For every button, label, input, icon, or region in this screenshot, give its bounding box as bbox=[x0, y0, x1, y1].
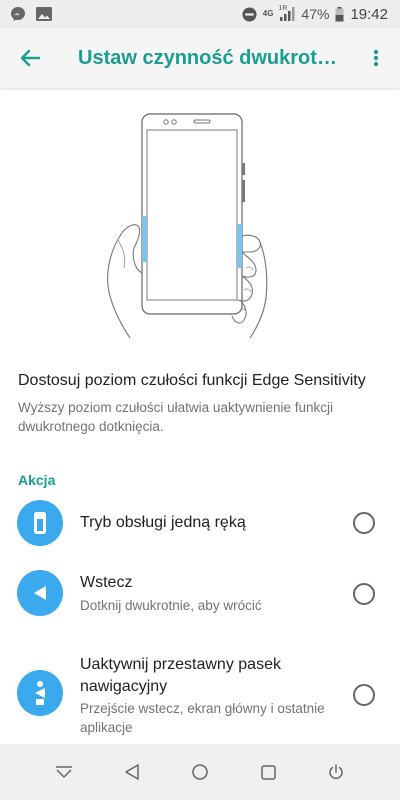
nav-power-button[interactable] bbox=[316, 752, 356, 792]
section-header-action: Akcja bbox=[18, 472, 56, 488]
battery-percent: 47% bbox=[301, 6, 330, 22]
option-title: Uaktywnij przestawny pasek nawigacyjny bbox=[80, 656, 281, 695]
nav-back-button[interactable] bbox=[112, 752, 152, 792]
signal-icon: 1R bbox=[278, 5, 295, 21]
option-title: Tryb obsługi jedną ręką bbox=[80, 514, 246, 531]
do-not-disturb-icon bbox=[242, 6, 257, 22]
option-subtitle: Dotknij dwukrotnie, aby wrócić bbox=[80, 598, 262, 613]
nav-home-button[interactable] bbox=[180, 752, 220, 792]
option-title: Wstecz bbox=[80, 574, 133, 591]
page-title: Ustaw czynność dwukrotnego dotknięcia bbox=[78, 46, 348, 69]
radio-back[interactable] bbox=[353, 583, 375, 605]
battery-icon bbox=[335, 6, 344, 22]
option-back[interactable]: Wstecz Dotknij dwukrotnie, aby wrócić bbox=[0, 568, 400, 622]
option-subtitle: Przejście wstecz, ekran główny i ostatni… bbox=[80, 701, 325, 735]
back-button[interactable] bbox=[0, 28, 60, 88]
app-bar: Ustaw czynność dwukrotnego dotknięcia bbox=[0, 28, 400, 88]
arrow-back-icon bbox=[20, 49, 40, 67]
messenger-icon bbox=[10, 6, 26, 22]
radio-one-hand-mode[interactable] bbox=[353, 512, 375, 534]
clock: 19:42 bbox=[350, 5, 388, 23]
edge-sensitivity-title[interactable]: Dostosuj poziom czułości funkcji Edge Se… bbox=[18, 372, 388, 390]
one-hand-mode-icon bbox=[17, 500, 63, 546]
edge-sensitivity-summary: Wyższy poziom czułości ułatwia uaktywnie… bbox=[18, 400, 333, 434]
sim-label: 1R bbox=[278, 5, 288, 12]
edge-sense-illustration bbox=[90, 108, 300, 343]
network-type-label: 4G bbox=[262, 9, 274, 18]
recents-icon bbox=[260, 764, 276, 780]
option-floating-nav[interactable]: Uaktywnij przestawny pasek nawigacyjny P… bbox=[0, 652, 400, 742]
back-icon bbox=[125, 764, 139, 780]
nav-recents-button[interactable] bbox=[248, 752, 288, 792]
more-vert-icon bbox=[373, 49, 379, 67]
radio-floating-nav[interactable] bbox=[353, 684, 375, 706]
image-icon bbox=[36, 7, 52, 21]
4g-icon: 4G bbox=[263, 10, 274, 18]
home-icon bbox=[192, 764, 208, 780]
hide-nav-icon bbox=[56, 766, 72, 778]
navigation-bar bbox=[0, 744, 400, 800]
option-one-hand-mode[interactable]: Tryb obsługi jedną ręką bbox=[0, 498, 400, 550]
power-icon bbox=[329, 764, 343, 780]
phone-hand-drawing bbox=[107, 113, 268, 339]
status-bar: 4G 1R 47% 19:42 bbox=[0, 0, 400, 28]
hide-nav-button[interactable] bbox=[44, 752, 84, 792]
overflow-menu-button[interactable] bbox=[352, 28, 400, 88]
back-triangle-icon bbox=[17, 570, 63, 616]
floating-nav-icon bbox=[17, 670, 63, 716]
